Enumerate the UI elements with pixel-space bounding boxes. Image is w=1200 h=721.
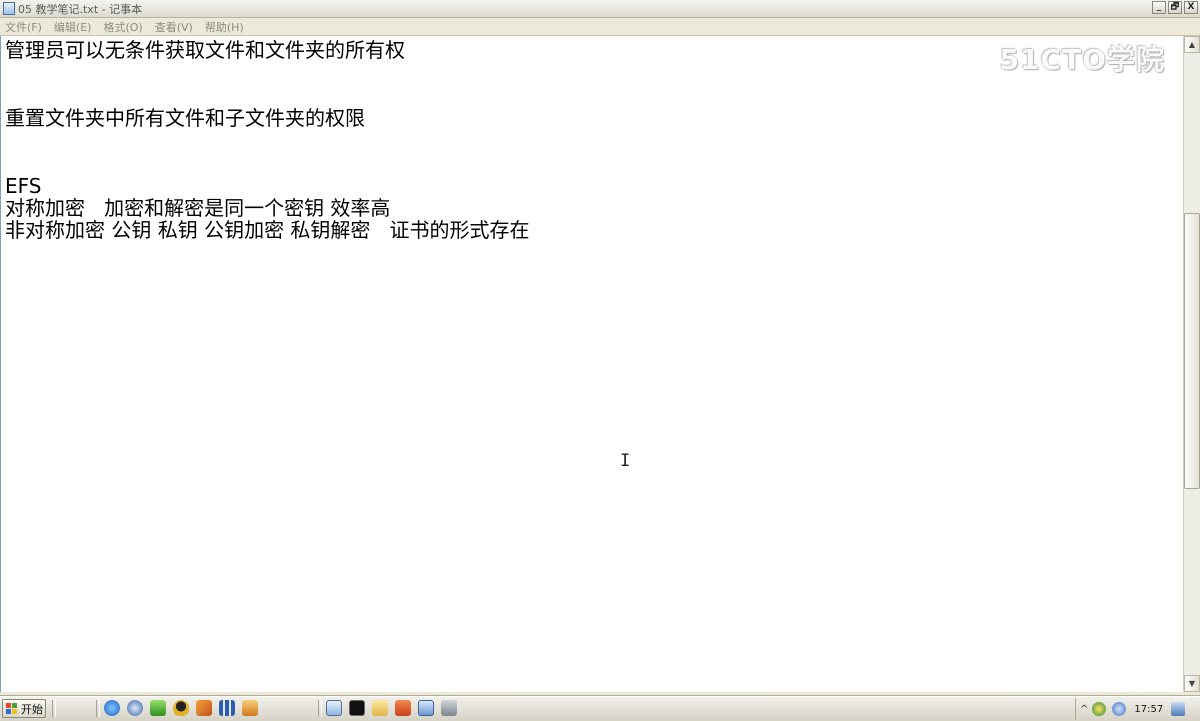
quick-launch xyxy=(104,700,265,716)
grid-icon[interactable] xyxy=(219,700,235,716)
cmd-icon[interactable] xyxy=(349,700,365,716)
windows-logo-icon xyxy=(6,702,18,715)
scroll-down-button[interactable]: ▼ xyxy=(1184,675,1200,692)
watermark-logo: 51CTO学院 xyxy=(999,43,1165,76)
clock[interactable]: 17:57 xyxy=(1134,704,1163,715)
network-icon[interactable] xyxy=(1112,702,1127,716)
menu-edit[interactable]: 编辑(E) xyxy=(54,19,92,35)
update-icon[interactable] xyxy=(1092,702,1107,716)
menu-help[interactable]: 帮助(H) xyxy=(205,19,244,35)
menu-file[interactable]: 文件(F) xyxy=(5,19,42,35)
show-hidden-icons-button[interactable]: ^ xyxy=(1080,704,1088,715)
taskbar-divider xyxy=(96,700,100,717)
taskbar-divider xyxy=(318,700,322,717)
text-line: 对称加密 加密和解密是同一个密钥 效率高 xyxy=(5,196,391,220)
settings-icon[interactable] xyxy=(441,700,457,716)
scroll-thumb[interactable] xyxy=(1184,213,1200,489)
folder-icon[interactable] xyxy=(372,700,388,716)
menu-format[interactable]: 格式(O) xyxy=(103,19,142,35)
menu-view[interactable]: 查看(V) xyxy=(155,19,193,35)
text-cursor-icon: I xyxy=(620,451,631,471)
taskbar-divider xyxy=(52,700,56,717)
ie-green-icon[interactable] xyxy=(150,700,166,716)
notepad-icon[interactable] xyxy=(326,700,342,716)
start-label: 开始 xyxy=(21,702,43,716)
notepad-icon xyxy=(3,2,15,15)
media-icon[interactable] xyxy=(127,700,143,716)
taskbar-apps xyxy=(326,700,464,716)
close-button[interactable]: X xyxy=(1184,1,1198,14)
minimize-button[interactable]: _ xyxy=(1152,1,1166,14)
vertical-scrollbar[interactable]: ▲ ▼ xyxy=(1183,36,1200,692)
tool-icon[interactable] xyxy=(196,700,212,716)
text-line: 管理员可以无条件获取文件和文件夹的所有权 xyxy=(5,38,405,62)
restore-button[interactable]: 🗗 xyxy=(1168,1,1182,14)
window-title: 05 教学笔记.txt - 记事本 xyxy=(18,2,143,16)
scroll-up-button[interactable]: ▲ xyxy=(1184,36,1200,53)
window-icon[interactable] xyxy=(418,700,434,716)
text-line: EFS xyxy=(5,174,42,198)
system-tray: ^ 17:57 xyxy=(1075,698,1200,720)
taskbar: 开始 ^ 17:57 xyxy=(0,696,1200,721)
text-editor[interactable]: 管理员可以无条件获取文件和文件夹的所有权 重置文件夹中所有文件和子文件夹的权限 … xyxy=(0,36,1183,692)
text-line: 非对称加密 公钥 私钥 公钥加密 私钥解密 证书的形式存在 xyxy=(5,218,530,242)
window-controls: _ 🗗 X xyxy=(1152,1,1198,14)
text-line: 重置文件夹中所有文件和子文件夹的权限 xyxy=(5,106,365,130)
qq-icon[interactable] xyxy=(173,700,189,716)
powerpoint-icon[interactable] xyxy=(395,700,411,716)
app-icon[interactable] xyxy=(242,700,258,716)
ie-icon[interactable] xyxy=(104,700,120,716)
menu-bar: 文件(F) 编辑(E) 格式(O) 查看(V) 帮助(H) xyxy=(0,18,1200,36)
desktop-icon[interactable] xyxy=(1171,702,1186,716)
title-bar[interactable]: 05 教学笔记.txt - 记事本 _ 🗗 X xyxy=(0,0,1200,18)
start-button[interactable]: 开始 xyxy=(2,699,46,718)
